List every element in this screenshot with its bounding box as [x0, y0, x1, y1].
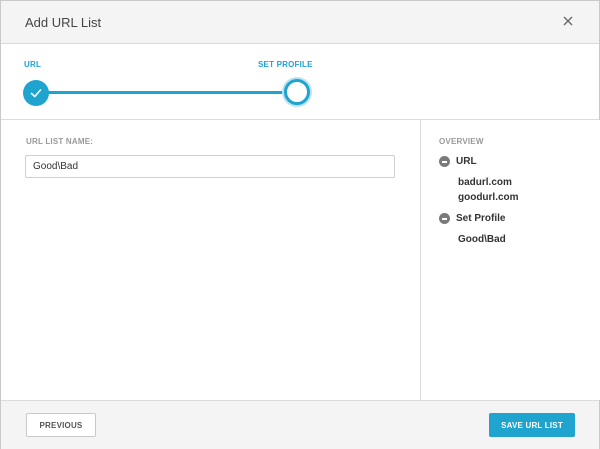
collapse-minus-icon[interactable] — [439, 156, 450, 167]
previous-button[interactable]: PREVIOUS — [26, 413, 96, 437]
overview-section-set-profile: Set Profile — [439, 213, 505, 224]
overview-url-item: goodurl.com — [458, 192, 519, 203]
step-label-set-profile: SET PROFILE — [258, 60, 313, 69]
step-progress-line — [47, 91, 285, 94]
url-list-name-input[interactable] — [25, 155, 395, 178]
overview-profile-item: Good\Bad — [458, 234, 506, 245]
overview-section-heading: URL — [456, 156, 477, 167]
add-url-list-dialog: Add URL List URL SET PROFILE URL LIST NA… — [0, 0, 600, 449]
check-icon — [30, 89, 42, 98]
overview-url-item: badurl.com — [458, 177, 512, 188]
dialog-header: Add URL List — [1, 1, 599, 44]
step-url-complete[interactable] — [23, 80, 49, 106]
dialog-title: Add URL List — [25, 15, 102, 30]
overview-section-heading: Set Profile — [456, 213, 506, 224]
overview-section-url: URL — [439, 156, 477, 167]
step-set-profile-current — [284, 79, 310, 105]
collapse-minus-icon[interactable] — [439, 213, 450, 224]
dialog-footer: PREVIOUS SAVE URL LIST — [1, 400, 599, 449]
url-list-name-label: URL LIST NAME: — [26, 137, 94, 146]
wizard-stepper: URL SET PROFILE — [1, 44, 599, 120]
step-label-url: URL — [24, 60, 42, 69]
overview-title: OVERVIEW — [439, 137, 484, 146]
form-panel: URL LIST NAME: — [1, 120, 419, 400]
overview-panel: OVERVIEW URL badurl.com goodurl.com Set … — [420, 120, 600, 400]
close-icon[interactable] — [559, 12, 577, 30]
save-url-list-button[interactable]: SAVE URL LIST — [489, 413, 575, 437]
